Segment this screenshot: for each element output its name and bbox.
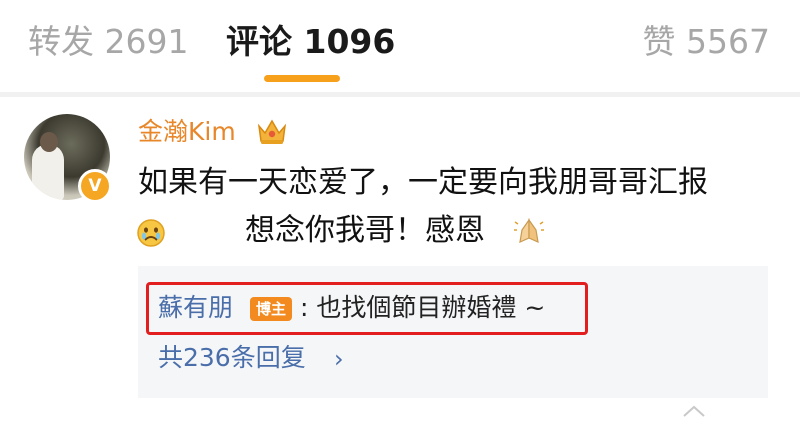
pray-emoji-icon bbox=[514, 218, 544, 244]
avatar-head bbox=[40, 132, 58, 152]
comment-text-line-2: 想念你我哥！感恩 bbox=[245, 213, 485, 248]
chevron-right-icon[interactable]: › bbox=[334, 346, 344, 372]
tab-bar: 转发 2691 评论 1096 赞 5567 bbox=[0, 0, 800, 88]
active-tab-indicator bbox=[264, 75, 340, 82]
reply-text: : 也找個節目辦婚禮 ~ bbox=[300, 293, 546, 322]
verified-badge-icon: V bbox=[78, 169, 112, 203]
author-badge: 博主 bbox=[250, 297, 292, 321]
comment-text-line-1: 如果有一天恋爱了，一定要向我朋哥哥汇报 bbox=[138, 165, 708, 200]
crown-icon bbox=[257, 119, 287, 144]
divider bbox=[0, 92, 800, 97]
tab-like[interactable]: 赞 5567 bbox=[643, 22, 770, 62]
bottom-ui-hint bbox=[683, 405, 705, 417]
sad-emoji-icon bbox=[137, 219, 165, 247]
comment-username[interactable]: 金瀚Kim bbox=[138, 116, 236, 148]
tab-repost[interactable]: 转发 2691 bbox=[28, 22, 188, 62]
avatar-figure bbox=[32, 144, 64, 200]
reply-author-name[interactable]: 蘇有朋 bbox=[158, 290, 233, 326]
view-replies-link[interactable]: 共236条回复 bbox=[158, 340, 306, 376]
tab-comment[interactable]: 评论 1096 bbox=[226, 22, 395, 62]
